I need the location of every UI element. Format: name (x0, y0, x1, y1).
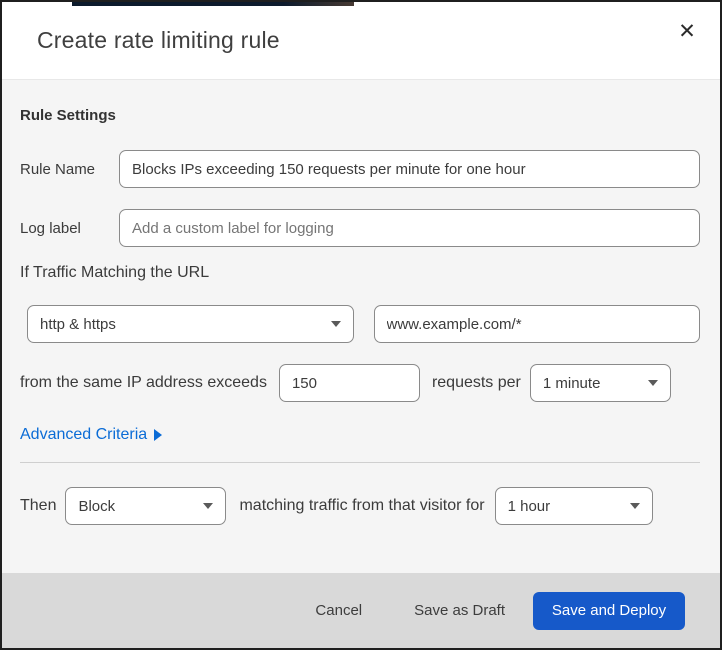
chevron-down-icon (203, 503, 214, 509)
chevron-down-icon (330, 321, 341, 327)
create-rate-limiting-rule-dialog: Create rate limiting rule ✕ Rule Setting… (0, 0, 722, 650)
scheme-select[interactable]: http & https (27, 305, 354, 343)
duration-select[interactable]: 1 hour (494, 487, 653, 525)
rule-name-row: Rule Name (20, 150, 700, 188)
chevron-down-icon (629, 503, 640, 509)
action-select-value: Block (78, 497, 116, 515)
section-divider (20, 462, 700, 463)
traffic-match-heading: If Traffic Matching the URL (20, 264, 210, 281)
then-label: Then (20, 497, 57, 514)
log-label-input[interactable] (119, 209, 700, 247)
then-action-row: Then Block matching traffic from that vi… (20, 487, 700, 525)
rule-name-label: Rule Name (20, 160, 96, 178)
expand-arrow-icon (154, 429, 163, 441)
then-middle-text: matching traffic from that visitor for (239, 497, 485, 514)
threshold-prefix-text: from the same IP address exceeds (20, 374, 267, 391)
dialog-body: Rule Settings Rule Name Log label If Tra… (2, 80, 720, 573)
advanced-criteria-label: Advanced Criteria (20, 426, 148, 443)
threshold-row: from the same IP address exceeds request… (20, 364, 700, 402)
request-count-input[interactable] (278, 364, 420, 402)
scheme-select-value: http & https (40, 315, 116, 333)
log-label-row: Log label (20, 209, 700, 247)
threshold-middle-text: requests per (431, 374, 521, 391)
dialog-header: Create rate limiting rule ✕ (2, 2, 720, 80)
rule-settings-heading: Rule Settings (20, 107, 116, 124)
log-label-label: Log label (20, 219, 81, 237)
chevron-down-icon (647, 380, 658, 386)
period-select-value: 1 minute (542, 374, 601, 392)
action-select[interactable]: Block (65, 487, 227, 525)
close-icon[interactable]: ✕ (670, 14, 704, 48)
advanced-criteria-link[interactable]: Advanced Criteria (20, 425, 163, 445)
screenshot-edge-artifact (72, 2, 354, 6)
dialog-title: Create rate limiting rule (37, 27, 280, 53)
duration-select-value: 1 hour (507, 497, 551, 515)
period-select[interactable]: 1 minute (529, 364, 671, 402)
rule-name-input[interactable] (119, 150, 700, 188)
url-match-row: http & https (27, 305, 700, 343)
cancel-button[interactable]: Cancel (305, 594, 372, 627)
dialog-footer: Cancel Save as Draft Save and Deploy (2, 573, 720, 648)
save-and-deploy-button[interactable]: Save and Deploy (533, 591, 685, 630)
url-pattern-input[interactable] (373, 305, 700, 343)
save-as-draft-button[interactable]: Save as Draft (404, 594, 515, 627)
